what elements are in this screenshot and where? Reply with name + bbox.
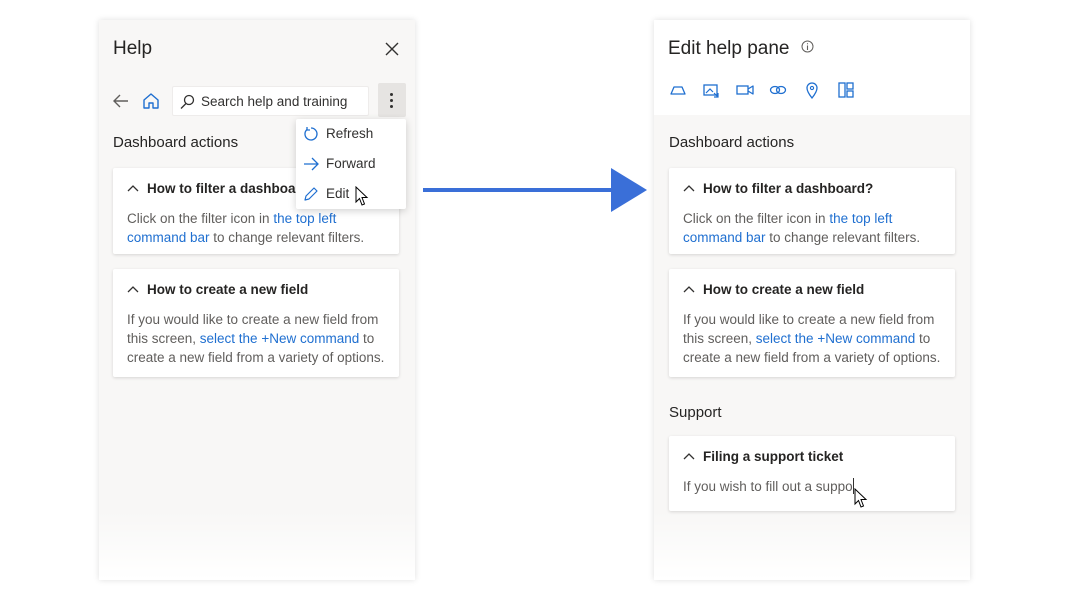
- layout-icon[interactable]: [836, 80, 856, 100]
- edit-help-pane: Edit help pane Dashboard actions How to …: [654, 20, 970, 580]
- support-section-title: Support: [669, 404, 722, 421]
- image-icon[interactable]: [701, 80, 721, 100]
- edit-pane-title: Edit help pane: [668, 38, 814, 60]
- card-body: If you would like to create a new field …: [683, 310, 945, 367]
- more-options-menu: Refresh Forward Edit: [296, 119, 406, 209]
- card-link[interactable]: select the +New command: [756, 331, 915, 346]
- edit-pane-header: [654, 20, 970, 115]
- card-heading-text: How to filter a dashboard?: [147, 181, 318, 196]
- card-heading[interactable]: How to create a new field: [683, 282, 864, 297]
- menu-item-edit[interactable]: Edit: [296, 179, 406, 209]
- card-body-text: Click on the filter icon in: [127, 211, 274, 226]
- menu-item-forward[interactable]: Forward: [296, 149, 406, 179]
- info-icon[interactable]: [801, 40, 814, 53]
- card-body-text: to change relevant filters.: [209, 230, 365, 245]
- card-heading-text: How to filter a dashboard?: [703, 181, 874, 196]
- back-arrow-icon[interactable]: [110, 90, 132, 112]
- card-heading-text: How to create a new field: [703, 282, 865, 297]
- section-title: Dashboard actions: [669, 134, 795, 151]
- video-icon[interactable]: [735, 80, 755, 100]
- card-body: Click on the filter icon in the top left…: [683, 209, 945, 247]
- bottom-fade: [654, 510, 970, 580]
- help-card: How to create a new field If you would l…: [113, 269, 399, 377]
- card-body: Click on the filter icon in the top left…: [127, 209, 389, 247]
- card-heading-text: How to create a new field: [147, 282, 309, 297]
- menu-item-refresh[interactable]: Refresh: [296, 119, 406, 149]
- chevron-up-icon: [683, 286, 695, 293]
- help-card: How to create a new field If you would l…: [669, 269, 955, 377]
- search-icon: [180, 94, 195, 109]
- refresh-icon: [304, 127, 318, 141]
- mouse-pointer-icon: [854, 488, 868, 508]
- pencil-icon: [304, 187, 318, 201]
- chevron-up-icon: [683, 185, 695, 192]
- location-icon[interactable]: [802, 80, 822, 100]
- bottom-fade: [99, 510, 415, 580]
- card-heading[interactable]: Filing a support ticket: [683, 449, 843, 464]
- link-icon[interactable]: [768, 80, 788, 100]
- help-pane: Help Search help and training Refresh Fo…: [99, 20, 415, 580]
- menu-item-label: Edit: [326, 186, 350, 201]
- search-placeholder: Search help and training: [201, 94, 348, 109]
- more-options-button[interactable]: [378, 83, 406, 117]
- help-card: How to filter a dashboard? Click on the …: [669, 168, 955, 254]
- menu-item-label: Forward: [326, 156, 376, 171]
- card-body: If you would like to create a new field …: [127, 310, 389, 367]
- more-dot-icon: [390, 105, 393, 108]
- transition-arrow-icon: [423, 168, 647, 212]
- card-heading[interactable]: How to filter a dashboard?: [127, 181, 317, 196]
- card-body-text: If you wish to fill out a suppo: [683, 479, 853, 494]
- mouse-pointer-icon: [355, 186, 369, 206]
- card-body-text: Click on the filter icon in: [683, 211, 830, 226]
- section-icon[interactable]: [668, 80, 688, 100]
- card-heading-text: Filing a support ticket: [703, 449, 844, 464]
- support-card: Filing a support ticket If you wish to f…: [669, 436, 955, 511]
- forward-arrow-icon: [304, 157, 319, 171]
- card-link[interactable]: select the +New command: [200, 331, 359, 346]
- chevron-up-icon: [127, 185, 139, 192]
- search-input[interactable]: Search help and training: [172, 86, 369, 116]
- section-title: Dashboard actions: [113, 134, 239, 151]
- home-icon[interactable]: [140, 90, 162, 112]
- help-pane-title: Help: [113, 38, 153, 59]
- close-icon[interactable]: [383, 40, 401, 58]
- card-heading[interactable]: How to filter a dashboard?: [683, 181, 873, 196]
- more-dot-icon: [390, 99, 393, 102]
- card-body-text: to change relevant filters.: [765, 230, 921, 245]
- card-heading[interactable]: How to create a new field: [127, 282, 308, 297]
- card-body-editable[interactable]: If you wish to fill out a suppo: [683, 477, 945, 496]
- chevron-up-icon: [127, 286, 139, 293]
- chevron-up-icon: [683, 453, 695, 460]
- menu-item-label: Refresh: [326, 126, 374, 141]
- edit-pane-title-text: Edit help pane: [668, 38, 790, 59]
- more-dot-icon: [390, 93, 393, 96]
